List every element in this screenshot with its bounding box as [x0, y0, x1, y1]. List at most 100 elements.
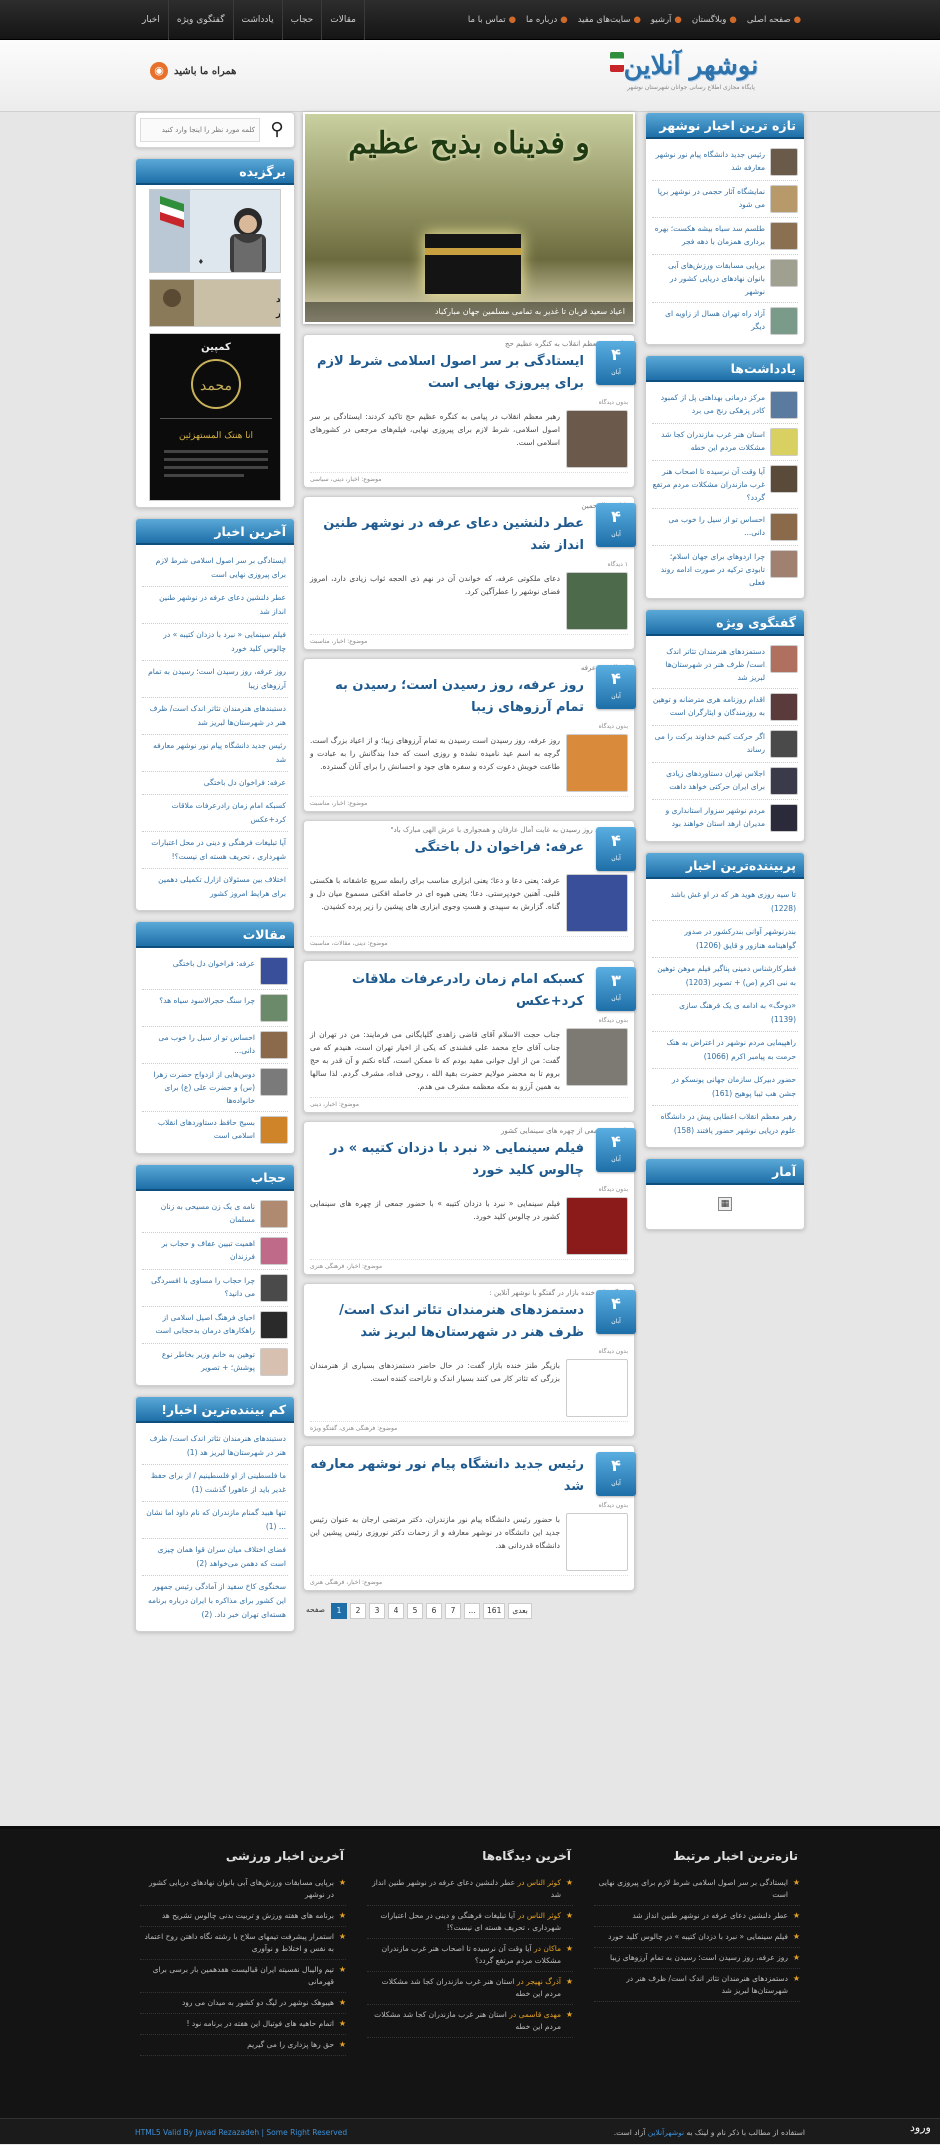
post-thumbnail[interactable]	[566, 874, 628, 932]
list-item[interactable]: نمایشگاه آثار حجمی در نوشهر برپا می شود	[652, 181, 798, 218]
post-category[interactable]: موضوع: اخبار، مناسبت	[310, 634, 628, 645]
list-item[interactable]: مرکز درمانی بهداهتی پل از کمبود کادر پزه…	[652, 387, 798, 424]
list-item[interactable]: فیلم سینمایی « نبرد با دزدان کتیبه » در …	[142, 624, 288, 661]
list-item[interactable]: چرا حجاب را مساوی با افسردگی می دانید؟	[142, 1270, 288, 1307]
list-item[interactable]: بسیج حافظ دستاوردهای انقلاب اسلامی است	[142, 1112, 288, 1148]
page-link[interactable]: 4	[388, 1603, 405, 1619]
list-item[interactable]: احیای فرهنگ اصیل اسلامی از راهکارهای درم…	[142, 1307, 288, 1344]
post-category[interactable]: موضوع: فرهنگی هنری، گفتگو ویژه	[310, 1421, 628, 1432]
menu-item-hijab[interactable]: حجاب	[283, 0, 323, 40]
menu-item-interview[interactable]: گفتگوی ویژه	[169, 0, 234, 40]
list-item[interactable]: برپایی مسابقات ورزش‌های آبی بانوان نهاده…	[652, 255, 798, 303]
list-item[interactable]: دستمزدهای هنرمندان تئاتر اندک است/ ظرف ه…	[652, 641, 798, 689]
post-comments[interactable]: بدون دیدگاه	[310, 863, 628, 870]
post-title[interactable]: رئیس جدید دانشگاه پیام نور نوشهر معارفه …	[310, 1454, 584, 1498]
footer-comment[interactable]: کوثر الناس در عطر دلنشین دعای عرفه در نو…	[367, 1873, 573, 1906]
list-item[interactable]: آیا تبلیغات فرهنگی و دینی در محل اعتبارا…	[142, 832, 288, 869]
post-title[interactable]: کسبکه امام زمان رادرعرفات ملاقات کرد+عکس	[310, 969, 584, 1013]
credits[interactable]: HTML5 Valid By Javad Rezazadeh | Some Ri…	[135, 2128, 347, 2137]
page-link[interactable]: 161	[483, 1603, 506, 1619]
list-item[interactable]: اجلاس تهران دستاوردهای زیادی برای ایران …	[652, 763, 798, 800]
list-item[interactable]: حضور دبیرکل سازمان جهانی یونسکو در جشن ه…	[652, 1069, 798, 1106]
post-title[interactable]: فیلم سینمایی « نبرد با دزدان کتیبه » در …	[310, 1138, 584, 1182]
post-thumbnail[interactable]	[566, 1359, 628, 1417]
list-item[interactable]: مردم نوشهر سزوار استانداری و مدیران ارهد…	[652, 800, 798, 836]
list-item[interactable]: تنها هبید گمنام مازندران که نام داود اما…	[142, 1502, 288, 1539]
footer-link[interactable]: عطر دلنشین دعای عرفه در نوشهر طنین انداز…	[594, 1906, 800, 1927]
list-item[interactable]: آیا وقت آن نرسیده تا اصحاب هنر غرب مازند…	[652, 461, 798, 509]
footer-link[interactable]: اتمام حاهیه های فوتبال این هفته در برنام…	[140, 2014, 346, 2035]
menu-item-blogs[interactable]: ●وبلاگستان	[687, 15, 742, 25]
post-title[interactable]: عرفه: فراخوان دل باختگی	[310, 837, 584, 859]
post-title[interactable]: ایستادگی بر سر اصول اسلامی شرط لازم برای…	[310, 351, 584, 395]
post-category[interactable]: موضوع: اخبار، فرهنگی هنری	[310, 1575, 628, 1586]
list-item[interactable]: دستبندهای هنرمندان تئاتر اندک است/ ظرف ه…	[142, 1428, 288, 1465]
page-link[interactable]: 2	[350, 1603, 367, 1619]
list-item[interactable]: عرفه: فراخوان دل باختگی	[142, 772, 288, 795]
footer-link[interactable]: هیبوهک نوشهر در لیگ دو کشور به میدان می …	[140, 1993, 346, 2014]
list-item[interactable]: احساس تو از سیل را خوب می دانی...	[142, 1027, 288, 1064]
menu-item-home[interactable]: ●صفحه اصلی	[742, 15, 806, 25]
footer-comment[interactable]: کوثر الناس در آیا تبلیغات فرهنگی و دینی …	[367, 1906, 573, 1939]
site-logo[interactable]: نوشهر آنلاین پایگاه مجازی اطلاع رسانی جو…	[606, 48, 776, 102]
post-title[interactable]: عطر دلنشین دعای عرفه در نوشهر طنین انداز…	[310, 513, 584, 557]
list-item[interactable]: فضای اختلاف میان سران قوا همان چیزی است …	[142, 1539, 288, 1576]
footer-link[interactable]: فیلم سینمایی « نبرد با دزدان کتیبه » در …	[594, 1927, 800, 1948]
menu-item-archive[interactable]: ●آرشیو	[646, 15, 687, 25]
post-category[interactable]: موضوع: اخبار، دینی، سیاسی	[310, 472, 628, 483]
footer-link[interactable]: تیم والیبال نفسیته ایران قبالیست هفدهمین…	[140, 1960, 346, 1993]
post-comments[interactable]: بدون دیدگاه	[310, 399, 628, 406]
list-item[interactable]: طلسم سد سیاه بیشه هکست؛ بهره برداری همزم…	[652, 218, 798, 255]
list-item[interactable]: احساس تو از سیل را خوب می دانی...	[652, 509, 798, 546]
list-item[interactable]: اقدام روزنامه هری مترضانه و توهین به روز…	[652, 689, 798, 726]
post-category[interactable]: موضوع: اخبار، فرهنگی هنری	[310, 1259, 628, 1270]
list-item[interactable]: استان هنر غرب مازندران کجا شد مشکلات مرد…	[652, 424, 798, 461]
list-item[interactable]: چرا سنگ حجرالاسود سیاه هد؟	[142, 990, 288, 1027]
post-comments[interactable]: بدون دیدگاه	[310, 723, 628, 730]
list-item[interactable]: عطر دلنشین دعای عرفه در نوشهر طنین انداز…	[142, 587, 288, 624]
post-category[interactable]: موضوع: دینی، مقالات، مناسبت	[310, 936, 628, 947]
leader-banner[interactable]: ♦	[149, 189, 281, 273]
stats-counter-icon[interactable]: ▦	[718, 1197, 732, 1211]
page-link[interactable]: 3	[369, 1603, 386, 1619]
menu-item-news[interactable]: اخبار	[134, 0, 169, 40]
footer-comment[interactable]: ماکان در آیا وقت آن نرسیده تا اصحاب هنر …	[367, 1939, 573, 1972]
menu-item-about[interactable]: ●درباره ما	[521, 15, 573, 25]
login-badge[interactable]: ورود	[910, 2121, 931, 2134]
page-link[interactable]: 1	[331, 1603, 348, 1619]
list-item[interactable]: دستبندهای هنرمندان تئاتر اندک است/ ظرف ه…	[142, 698, 288, 735]
menu-item-links[interactable]: ●سایت‌های مفید	[573, 15, 646, 25]
list-item[interactable]: آزاد راه تهران هسال از زاویه ای دیگر	[652, 303, 798, 339]
list-item[interactable]: رئیس جدید دانشگاه پیام نور نوشهر معارفه …	[142, 735, 288, 772]
post-comments[interactable]: بدون دیدگاه	[310, 1186, 628, 1193]
page-link[interactable]: 6	[426, 1603, 443, 1619]
post-comments[interactable]: بدون دیدگاه	[310, 1017, 628, 1024]
footer-comment[interactable]: مهدی قاسمی در استان هنر غرب مازندران کجا…	[367, 2005, 573, 2038]
list-item[interactable]: راهپیمایی مردم نوشهر در اعتراض به هتک حر…	[652, 1032, 798, 1069]
search-icon[interactable]: ⚲	[264, 117, 290, 143]
footer-link[interactable]: ایستادگی بر سر اصول اسلامی شرط لازم برای…	[594, 1873, 800, 1906]
post-title[interactable]: روز عرفه، روز رسیدن است؛ رسیدن به تمام آ…	[310, 675, 584, 719]
list-item[interactable]: نامه ی یک زن مسیحی به زنان مسلمان	[142, 1196, 288, 1233]
list-item[interactable]: «دوحگ» به ادامه ی یک فرهنگ سازی (1139)	[652, 995, 798, 1032]
post-title[interactable]: دستمزدهای هنرمندان تئاتر اندک است/ ظرف ه…	[310, 1300, 584, 1344]
next-page-button[interactable]: بعدی	[508, 1603, 532, 1619]
list-item[interactable]: دوس‌هایی از ازدواج حضرت زهرا (س) و حضرت …	[142, 1064, 288, 1112]
page-link[interactable]: 5	[407, 1603, 424, 1619]
post-thumbnail[interactable]	[566, 410, 628, 468]
list-item[interactable]: فطرکارشناس دمینی پناگیر فیلم موهن توهین …	[652, 958, 798, 995]
martyrs-banner[interactable]: سرداران شهید شهرستان نوشهر	[149, 279, 281, 327]
list-item[interactable]: بندرنوشهر آوانی بندرکشور در صدور گواهینا…	[652, 921, 798, 958]
footer-link[interactable]: دستمزدهای هنرمندان تئاتر اندک است/ ظرف ه…	[594, 1969, 800, 2002]
post-category[interactable]: موضوع: اخبار، دینی	[310, 1097, 628, 1108]
footer-link[interactable]: حق رها پزداری را می گیریم	[140, 2035, 346, 2056]
footer-link[interactable]: استمرار پیشرفت تیمهای سلاح با رشته نگاه …	[140, 1927, 346, 1960]
post-thumbnail[interactable]	[566, 1028, 628, 1086]
list-item[interactable]: رئیس جدید دانشگاه پیام نور نوشهر معارفه …	[652, 144, 798, 181]
footer-link[interactable]: برپایی مسابقات ورزش‌های آبی بانوان نهاده…	[140, 1873, 346, 1906]
list-item[interactable]: چرا اردوهای برای جهان اسلام؛ تابودی ترکی…	[652, 546, 798, 593]
post-thumbnail[interactable]	[566, 734, 628, 792]
post-comments[interactable]: بدون دیدگاه	[310, 1348, 628, 1355]
rss-icon[interactable]: ◉	[150, 62, 168, 80]
footer-link[interactable]: برنامه های هفته ورزش و تربیت بدنی چالوس …	[140, 1906, 346, 1927]
